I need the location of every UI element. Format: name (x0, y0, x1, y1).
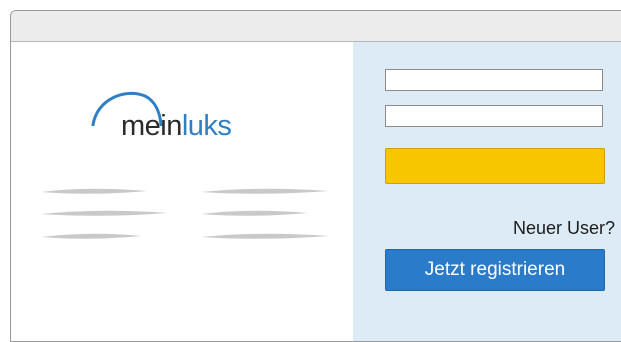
blur-line (201, 233, 329, 239)
info-panel: meinluks (11, 42, 353, 341)
blurred-text-placeholder (41, 188, 329, 239)
blur-line (41, 233, 141, 239)
window-titlebar (11, 11, 621, 42)
blur-line (41, 210, 168, 216)
login-panel: Neuer User? Jetzt registrieren (353, 42, 621, 341)
blur-line (201, 210, 308, 216)
browser-window: meinluks Neuer User? Jetzt registrieren (10, 10, 621, 342)
login-button[interactable] (385, 148, 605, 184)
new-user-prompt: Neuer User? (512, 218, 615, 238)
blur-line (41, 188, 147, 194)
password-field[interactable] (385, 105, 603, 127)
blur-line (201, 188, 329, 194)
register-button[interactable]: Jetzt registrieren (385, 249, 605, 291)
username-field[interactable] (385, 69, 603, 91)
